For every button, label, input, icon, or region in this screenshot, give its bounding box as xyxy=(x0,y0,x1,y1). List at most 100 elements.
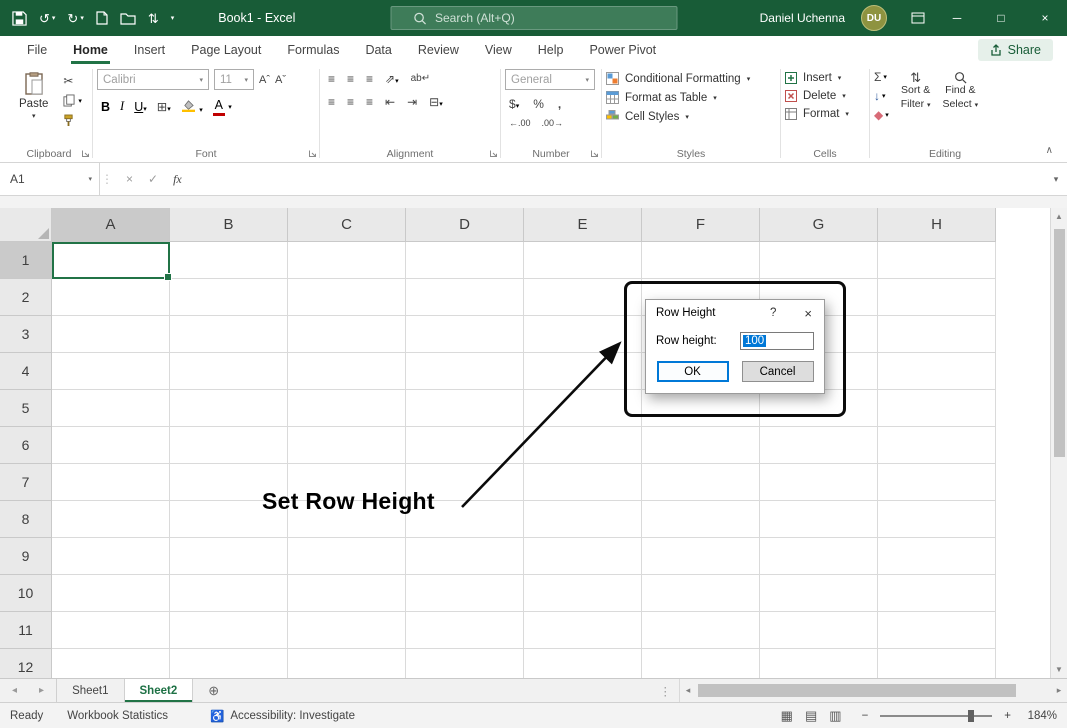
cell-e1[interactable] xyxy=(524,242,642,279)
row-header-7[interactable]: 7 xyxy=(0,464,52,501)
cell-a7[interactable] xyxy=(52,464,170,501)
tab-insert[interactable]: Insert xyxy=(121,36,178,64)
cell-f12[interactable] xyxy=(642,649,760,678)
cut-button[interactable]: ✂ xyxy=(63,75,82,87)
row-header-10[interactable]: 10 xyxy=(0,575,52,612)
ribbon-display-options-icon[interactable] xyxy=(911,12,925,24)
cell-a1[interactable] xyxy=(52,242,170,279)
cell-h1[interactable] xyxy=(878,242,996,279)
zoom-level[interactable]: 184% xyxy=(1023,710,1057,722)
cell-h9[interactable] xyxy=(878,538,996,575)
delete-cells-button[interactable]: Delete ▾ xyxy=(785,90,865,102)
cancel-entry-icon[interactable]: × xyxy=(126,172,133,186)
font-color-button[interactable]: A ▾ xyxy=(213,98,232,116)
increase-font-size-button[interactable]: Aˆ xyxy=(259,74,270,86)
user-avatar[interactable]: DU xyxy=(861,5,887,31)
cell-h5[interactable] xyxy=(878,390,996,427)
font-dialog-launcher[interactable] xyxy=(308,149,317,158)
wrap-text-button[interactable]: ab↵ xyxy=(411,74,431,84)
column-header-b[interactable]: B xyxy=(170,208,288,242)
cancel-button[interactable]: Cancel xyxy=(742,361,814,382)
row-header-1[interactable]: 1 xyxy=(0,242,52,279)
redo-button[interactable]: ↻ ▾ xyxy=(67,12,83,25)
decrease-indent-button[interactable]: ⇤ xyxy=(385,96,395,108)
save-icon[interactable] xyxy=(12,11,27,26)
borders-button[interactable]: ⊞▾ xyxy=(157,100,171,114)
tab-formulas[interactable]: Formulas xyxy=(274,36,352,64)
italic-button[interactable]: I xyxy=(120,99,124,114)
cell-f9[interactable] xyxy=(642,538,760,575)
ok-button[interactable]: OK xyxy=(657,361,729,382)
sheet-tab-sheet1[interactable]: Sheet1 xyxy=(56,679,124,702)
conditional-formatting-button[interactable]: Conditional Formatting ▾ xyxy=(606,72,776,85)
tab-home[interactable]: Home xyxy=(60,36,121,64)
format-painter-button[interactable] xyxy=(63,114,82,127)
currency-format-button[interactable]: $▾ xyxy=(509,97,519,111)
insert-function-icon[interactable]: fx xyxy=(173,172,182,187)
cell-g9[interactable] xyxy=(760,538,878,575)
cell-a9[interactable] xyxy=(52,538,170,575)
cell-h4[interactable] xyxy=(878,353,996,390)
cell-c4[interactable] xyxy=(288,353,406,390)
cell-b10[interactable] xyxy=(170,575,288,612)
cell-g6[interactable] xyxy=(760,427,878,464)
cell-f10[interactable] xyxy=(642,575,760,612)
font-size-select[interactable]: 11 ▾ xyxy=(214,69,254,90)
sort-az-icon[interactable]: ⇅ xyxy=(148,12,159,25)
row-header-8[interactable]: 8 xyxy=(0,501,52,538)
cell-a4[interactable] xyxy=(52,353,170,390)
cell-d9[interactable] xyxy=(406,538,524,575)
cell-a10[interactable] xyxy=(52,575,170,612)
next-sheet-icon[interactable]: ▸ xyxy=(39,685,44,696)
row-height-input[interactable]: 100 xyxy=(740,332,814,350)
align-bottom-button[interactable]: ≡ xyxy=(366,73,373,85)
tab-page-layout[interactable]: Page Layout xyxy=(178,36,274,64)
column-header-g[interactable]: G xyxy=(760,208,878,242)
new-sheet-button[interactable]: ⊕ xyxy=(193,679,234,702)
open-folder-icon[interactable] xyxy=(120,12,136,25)
number-format-select[interactable]: General ▾ xyxy=(505,69,595,90)
cell-d4[interactable] xyxy=(406,353,524,390)
copy-button[interactable]: ▾ xyxy=(63,94,82,107)
cell-f8[interactable] xyxy=(642,501,760,538)
cell-d6[interactable] xyxy=(406,427,524,464)
cell-g7[interactable] xyxy=(760,464,878,501)
cell-g12[interactable] xyxy=(760,649,878,678)
bold-button[interactable]: B xyxy=(101,100,110,114)
cell-d1[interactable] xyxy=(406,242,524,279)
close-button[interactable]: × xyxy=(1023,0,1067,36)
cell-c5[interactable] xyxy=(288,390,406,427)
autosum-button[interactable]: Σ▾ xyxy=(874,71,889,83)
cell-b3[interactable] xyxy=(170,316,288,353)
cell-g1[interactable] xyxy=(760,242,878,279)
row-header-11[interactable]: 11 xyxy=(0,612,52,649)
number-dialog-launcher[interactable] xyxy=(590,149,599,158)
cell-c3[interactable] xyxy=(288,316,406,353)
align-top-button[interactable]: ≡ xyxy=(328,73,335,85)
name-box[interactable]: A1 ▾ xyxy=(0,163,100,195)
dialog-close-button[interactable]: × xyxy=(804,306,812,321)
fill-button[interactable]: ↓▾ xyxy=(874,90,889,102)
tab-help[interactable]: Help xyxy=(525,36,577,64)
cell-a12[interactable] xyxy=(52,649,170,678)
cell-c11[interactable] xyxy=(288,612,406,649)
cell-b6[interactable] xyxy=(170,427,288,464)
previous-sheet-icon[interactable]: ◂ xyxy=(12,685,17,696)
cell-a8[interactable] xyxy=(52,501,170,538)
row-header-2[interactable]: 2 xyxy=(0,279,52,316)
find-select-button[interactable]: Find & Select ▾ xyxy=(943,71,979,121)
zoom-slider[interactable] xyxy=(880,715,992,717)
fill-color-button[interactable]: ▾ xyxy=(181,99,203,115)
accessibility-checker-button[interactable]: ♿ Accessibility: Investigate xyxy=(210,709,355,723)
scroll-down-icon[interactable]: ▼ xyxy=(1051,661,1067,678)
cell-b5[interactable] xyxy=(170,390,288,427)
cell-c2[interactable] xyxy=(288,279,406,316)
tab-power-pivot[interactable]: Power Pivot xyxy=(576,36,669,64)
cell-e10[interactable] xyxy=(524,575,642,612)
zoom-slider-thumb[interactable] xyxy=(968,710,974,722)
cell-b12[interactable] xyxy=(170,649,288,678)
increase-indent-button[interactable]: ⇥ xyxy=(407,96,417,108)
row-header-9[interactable]: 9 xyxy=(0,538,52,575)
cell-g11[interactable] xyxy=(760,612,878,649)
workbook-statistics-button[interactable]: Workbook Statistics xyxy=(67,710,168,722)
